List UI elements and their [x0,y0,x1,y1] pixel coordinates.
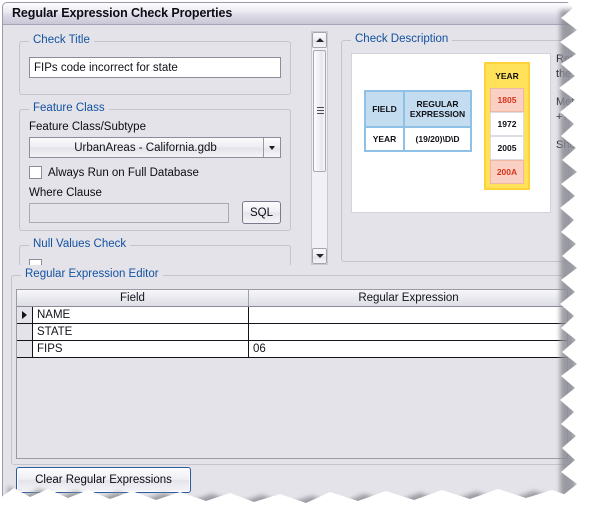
properties-scroll-pane: Check Title Feature Class Feature Class/… [11,31,311,265]
screenshot-root: Regular Expression Check Properties Chec… [0,0,599,520]
null-values-check-group-label: Null Values Check [29,238,131,250]
feature-class-combobox[interactable]: UrbanAreas - California.gdb [29,137,281,158]
scrollbar-down-button[interactable] [312,248,327,264]
dialog-window: Regular Expression Check Properties Chec… [2,2,580,510]
grid-row-selector[interactable] [17,307,33,323]
table-row[interactable]: STATE [17,324,567,341]
description-text-line-1: Return [556,53,580,65]
check-title-input[interactable] [29,57,281,78]
grid-cell-expression[interactable] [249,307,567,323]
chevron-down-icon [269,145,275,150]
always-run-full-database-checkbox[interactable] [29,166,42,179]
row-pointer-icon [22,311,27,319]
title-bar: Regular Expression Check Properties [3,3,579,25]
scrollbar-up-button[interactable] [312,32,327,48]
dialog-client-area: Check Title Feature Class Feature Class/… [3,25,579,509]
where-clause-input[interactable] [29,203,229,223]
check-description-group-label: Check Description [351,33,453,45]
regex-editor-grid[interactable]: Field Regular Expression NAME STATE FIPS… [16,289,568,459]
scrollbar-grip-icon [317,107,324,114]
feature-class-subtype-label: Feature Class/Subtype [29,121,146,133]
feature-class-combobox-button[interactable] [263,138,280,157]
check-title-group-label: Check Title [29,34,94,46]
always-run-full-database-label: Always Run on Full Database [48,166,199,179]
check-description-illustration: FIELD REGULAR EXPRESSION YEAR (19/20)\D\… [351,53,551,213]
grid-header-row: Field Regular Expression [17,290,567,307]
scrollbar-thumb[interactable] [313,50,326,172]
table-row[interactable]: NAME [17,307,567,324]
properties-scroll-host: Check Title Feature Class Feature Class/… [11,31,328,265]
diagram-cell-field-header: FIELD [364,90,405,128]
grid-cell-field[interactable]: FIPS [33,341,249,357]
description-text-line-3: Metac [556,96,580,108]
sql-button[interactable]: SQL [242,201,281,224]
scroll-up-arrow-icon [315,38,324,42]
grid-header-field[interactable]: Field [17,290,249,306]
diagram-cell-expression-value: (19/20)\D\D [405,128,472,152]
where-clause-label: Where Clause [29,187,102,199]
diagram-expression-header-line2: EXPRESSION [409,109,466,119]
grid-cell-field[interactable]: STATE [33,324,249,340]
diagram-year-row-2: 2005 [490,136,524,160]
grid-cell-field[interactable]: NAME [33,307,249,323]
description-text-line-4: +? " [556,111,576,123]
description-text-line-5: Short [556,139,580,151]
diagram-cell-field-value: YEAR [364,128,405,152]
diagram-year-row-0: 1805 [490,88,524,112]
diagram-cell-expression-header: REGULAR EXPRESSION [405,90,472,128]
grid-row-selector[interactable] [17,341,33,357]
scroll-down-arrow-icon [315,254,324,258]
grid-cell-expression[interactable] [249,324,567,340]
grid-row-selector[interactable] [17,324,33,340]
grid-body: NAME STATE FIPS 06 [17,307,567,458]
null-values-check-group: Null Values Check [19,238,291,265]
diagram-expression-header-line1: REGULAR [416,99,459,109]
diagram-year-row-1: 1972 [490,112,524,136]
diagram-year-table: YEAR 1805 1972 2005 200A [484,62,530,190]
regex-editor-group-label: Regular Expression Editor [21,268,163,280]
always-run-full-database-row[interactable]: Always Run on Full Database [29,166,199,179]
table-row[interactable]: FIPS 06 [17,341,567,358]
null-values-check-checkbox[interactable] [29,259,42,265]
grid-header-expression[interactable]: Regular Expression [249,290,567,306]
diagram-year-title: YEAR [486,64,528,88]
clear-regular-expressions-button[interactable]: Clear Regular Expressions [16,467,191,493]
properties-scrollbar[interactable] [311,31,328,265]
feature-class-group-label: Feature Class [29,102,109,114]
description-text-line-2: the re [556,68,579,80]
feature-class-combobox-value: UrbanAreas - California.gdb [74,141,217,154]
grid-cell-expression[interactable]: 06 [249,341,567,357]
window-title: Regular Expression Check Properties [12,6,233,20]
diagram-year-row-3: 200A [490,160,524,184]
diagram-field-expression-table: FIELD REGULAR EXPRESSION YEAR (19/20)\D\… [364,90,472,152]
